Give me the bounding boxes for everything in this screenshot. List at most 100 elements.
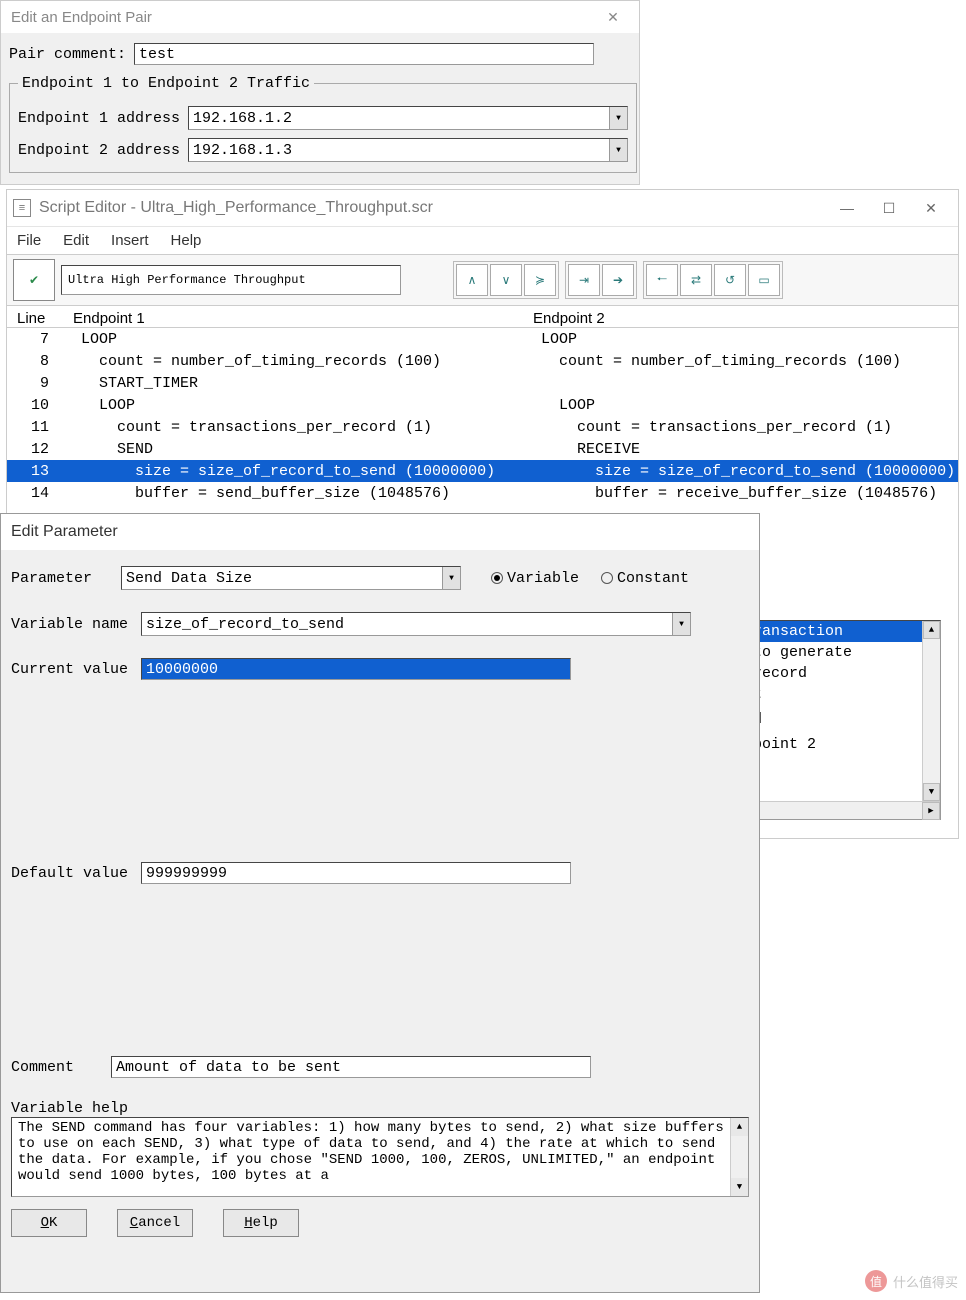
script-editor-titlebar: ≡ Script Editor - Ultra_High_Performance… (7, 190, 958, 226)
parameter-label: Parameter (11, 570, 121, 587)
endpoint1-code: count = transactions_per_record (1) (63, 419, 523, 436)
ok-button[interactable]: OK (11, 1209, 87, 1237)
line-number: 8 (7, 353, 63, 370)
arrow-left-icon[interactable]: 🠐 (646, 264, 678, 296)
scrollbar-vertical[interactable]: ▲ ▼ (922, 621, 940, 801)
code-row[interactable]: 13 size = size_of_record_to_send (100000… (7, 460, 958, 482)
scrollbar-vertical[interactable]: ▲ ▼ (730, 1118, 748, 1196)
parameter-value: Send Data Size (122, 570, 442, 587)
endpoint2-code: size = size_of_record_to_send (10000000) (523, 463, 958, 480)
menu-help[interactable]: Help (171, 232, 202, 249)
pair-comment-input[interactable] (134, 43, 594, 65)
help-button[interactable]: Help (223, 1209, 299, 1237)
menubar: File Edit Insert Help (7, 226, 958, 254)
code-row[interactable]: 9 START_TIMER (7, 372, 958, 394)
close-icon[interactable]: ✕ (597, 9, 629, 26)
watermark-text: 什么值得买 (893, 1272, 958, 1291)
maximize-icon[interactable]: ☐ (868, 200, 910, 217)
current-value-input[interactable] (141, 658, 571, 680)
radio-variable[interactable]: Variable (491, 570, 579, 587)
code-row[interactable]: 7 LOOP LOOP (7, 328, 958, 350)
check-icon[interactable]: ✔ (13, 259, 55, 301)
menu-insert[interactable]: Insert (111, 232, 149, 249)
endpoint1-code: LOOP (63, 331, 523, 348)
comment-label: Comment (11, 1059, 111, 1076)
arrow-down-icon[interactable]: ∨ (490, 264, 522, 296)
line-number: 7 (7, 331, 63, 348)
radio-on-icon (491, 572, 503, 584)
delete-line-icon[interactable]: ≽ (524, 264, 556, 296)
default-value-label: Default value (11, 865, 141, 882)
cancel-button[interactable]: Cancel (117, 1209, 193, 1237)
endpoint1-address-combo[interactable]: 192.168.1.2 ▼ (188, 106, 628, 130)
code-row[interactable]: 10 LOOP LOOP (7, 394, 958, 416)
header-line: Line (17, 310, 73, 327)
step-over-icon[interactable]: ⇥ (568, 264, 600, 296)
line-number: 9 (7, 375, 63, 392)
script-editor-title: Script Editor - Ultra_High_Performance_T… (39, 199, 433, 217)
header-endpoint2: Endpoint 2 (533, 310, 948, 327)
line-number: 14 (7, 485, 63, 502)
script-name-field[interactable]: Ultra High Performance Throughput (61, 265, 401, 295)
edit-endpoint-pair-window: Edit an Endpoint Pair ✕ Pair comment: En… (0, 0, 640, 185)
endpoint2-code: RECEIVE (523, 441, 958, 458)
endpoint2-code: buffer = receive_buffer_size (1048576) (523, 485, 958, 502)
radio-constant[interactable]: Constant (601, 570, 689, 587)
arrow-right-icon[interactable]: ➔ (602, 264, 634, 296)
line-number: 12 (7, 441, 63, 458)
variable-name-combo[interactable]: size_of_record_to_send ▼ (141, 612, 691, 636)
endpoint-pair-title: Edit an Endpoint Pair (11, 9, 152, 26)
line-number: 11 (7, 419, 63, 436)
default-value-input[interactable] (141, 862, 571, 884)
traffic-group-legend: Endpoint 1 to Endpoint 2 Traffic (18, 75, 314, 92)
chevron-down-icon[interactable]: ▼ (609, 107, 627, 129)
code-row[interactable]: 12 SEND RECEIVE (7, 438, 958, 460)
chevron-down-icon[interactable]: ▼ (609, 139, 627, 161)
header-endpoint1: Endpoint 1 (73, 310, 533, 327)
endpoint2-address-combo[interactable]: 192.168.1.3 ▼ (188, 138, 628, 162)
code-row[interactable]: 8 count = number_of_timing_records (100)… (7, 350, 958, 372)
menu-edit[interactable]: Edit (63, 232, 89, 249)
line-number: 13 (7, 463, 63, 480)
menu-file[interactable]: File (17, 232, 41, 249)
pair-comment-label: Pair comment: (9, 46, 126, 63)
scroll-up-icon[interactable]: ▲ (731, 1118, 748, 1136)
variable-name-value: size_of_record_to_send (142, 616, 672, 633)
chevron-down-icon[interactable]: ▼ (672, 613, 690, 635)
endpoint2-code: LOOP (523, 397, 958, 414)
endpoint2-address-value: 192.168.1.3 (189, 142, 609, 159)
code-row[interactable]: 11 count = transactions_per_record (1) c… (7, 416, 958, 438)
code-area[interactable]: 7 LOOP LOOP8 count = number_of_timing_re… (7, 328, 958, 504)
endpoint2-address-label: Endpoint 2 address (18, 142, 188, 159)
scroll-right-icon[interactable]: ▶ (922, 802, 940, 820)
arrow-up-icon[interactable]: ∧ (456, 264, 488, 296)
comment-input[interactable] (111, 1056, 591, 1078)
scroll-up-icon[interactable]: ▲ (923, 621, 940, 639)
end-icon[interactable]: ▭ (748, 264, 780, 296)
watermark: 值 什么值得买 (865, 1270, 958, 1292)
toolbar: ✔ Ultra High Performance Throughput ∧ ∨ … (7, 254, 958, 306)
endpoint1-address-value: 192.168.1.2 (189, 110, 609, 127)
scroll-down-icon[interactable]: ▼ (731, 1178, 748, 1196)
edit-parameter-title: Edit Parameter (1, 514, 759, 550)
parameter-combo[interactable]: Send Data Size ▼ (121, 566, 461, 590)
endpoint1-code: buffer = send_buffer_size (1048576) (63, 485, 523, 502)
scroll-down-icon[interactable]: ▼ (923, 783, 940, 801)
endpoint1-code: LOOP (63, 397, 523, 414)
endpoint2-code: count = transactions_per_record (1) (523, 419, 958, 436)
code-row[interactable]: 14 buffer = send_buffer_size (1048576) b… (7, 482, 958, 504)
current-value-label: Current value (11, 661, 141, 678)
variable-name-label: Variable name (11, 616, 141, 633)
endpoint2-code: count = number_of_timing_records (100) (523, 353, 958, 370)
close-icon[interactable]: ✕ (910, 200, 952, 217)
app-icon: ≡ (13, 199, 31, 217)
variable-help-textarea[interactable]: The SEND command has four variables: 1) … (11, 1117, 749, 1197)
endpoint1-code: START_TIMER (63, 375, 523, 392)
chevron-down-icon[interactable]: ▼ (442, 567, 460, 589)
minimize-icon[interactable]: — (826, 200, 868, 216)
endpoint2-code: LOOP (523, 331, 958, 348)
endpoint1-address-label: Endpoint 1 address (18, 110, 188, 127)
loop-icon[interactable]: ↺ (714, 264, 746, 296)
endpoint1-code: count = number_of_timing_records (100) (63, 353, 523, 370)
swap-icon[interactable]: ⇄ (680, 264, 712, 296)
